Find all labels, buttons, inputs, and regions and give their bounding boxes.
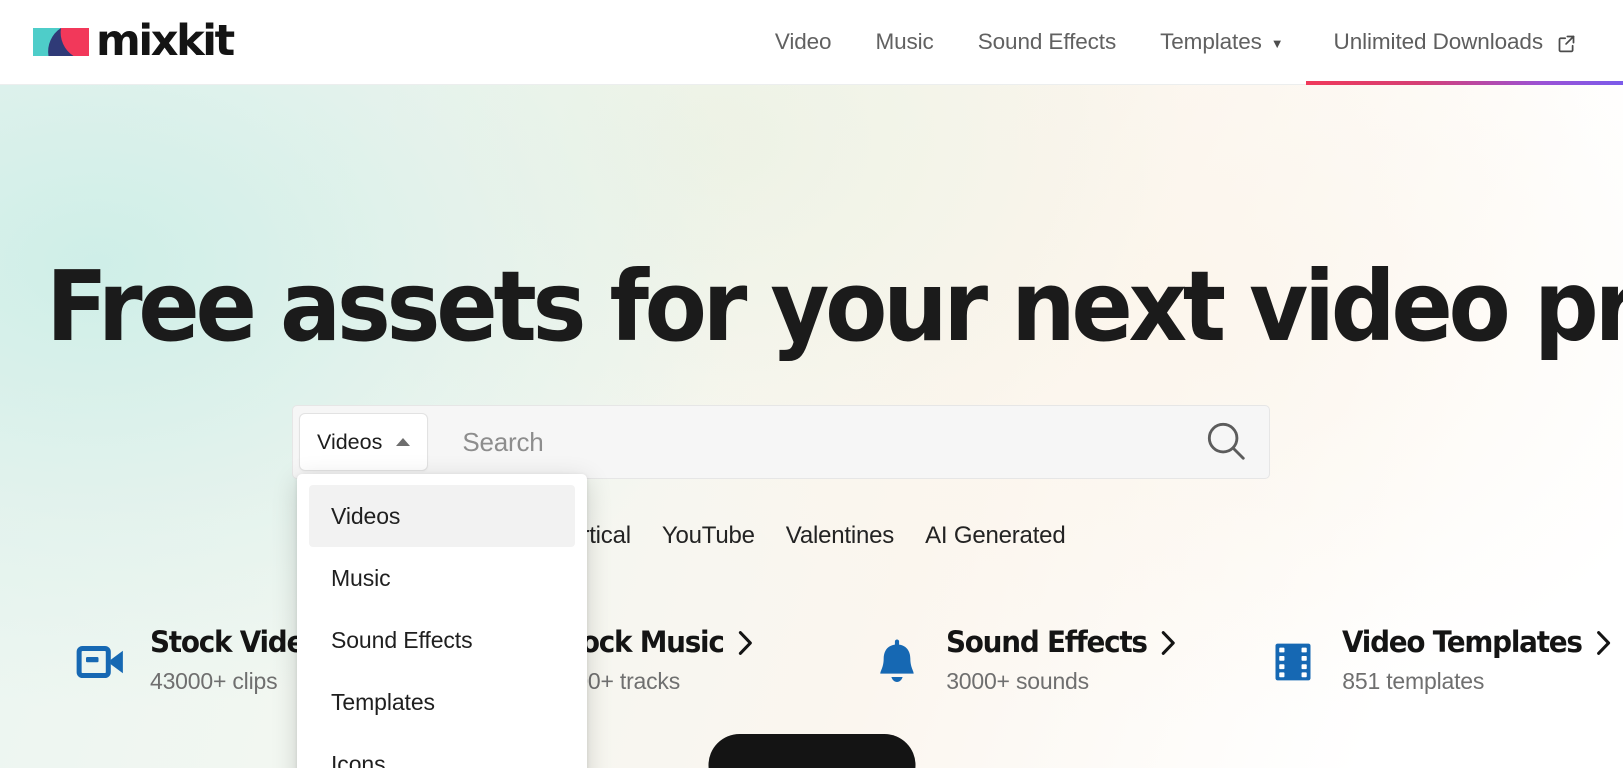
category-card-title: Sound Effects	[946, 625, 1148, 659]
nav-item-label: Video	[774, 29, 832, 54]
mixkit-logo-mark	[33, 26, 89, 58]
search-icon	[1203, 418, 1249, 467]
dropdown-item-label: Sound Effects	[331, 626, 473, 653]
tag-ai-generated[interactable]: AI Generated	[925, 522, 1066, 550]
tag-youtube[interactable]: YouTube	[662, 522, 755, 550]
page-root: mixkit Video Music Sound Effects Templat…	[0, 0, 1623, 768]
search-type-selector[interactable]: Videos	[299, 413, 429, 471]
nav-item-label: Unlimited Downloads	[1333, 29, 1544, 54]
external-link-icon	[1556, 33, 1577, 54]
tag-valentines[interactable]: Valentines	[786, 522, 895, 550]
chevron-up-icon	[396, 438, 411, 446]
dropdown-item-music[interactable]: Music	[309, 547, 575, 609]
chevron-right-icon	[1595, 629, 1611, 655]
site-header: mixkit Video Music Sound Effects Templat…	[0, 0, 1623, 85]
category-card-text: Sound Effects 3000+ sounds	[946, 625, 1186, 695]
mixkit-logo-text: mixkit	[96, 15, 235, 66]
nav-item-unlimited-downloads[interactable]: Unlimited Downloads	[1305, 0, 1623, 85]
category-card-video-templates[interactable]: Video Templates 851 templates	[1210, 625, 1623, 695]
chevron-right-icon	[1160, 629, 1176, 655]
dropdown-item-icons[interactable]: Icons	[309, 733, 575, 768]
category-card-title-row: Video Templates	[1342, 625, 1611, 659]
search-submit-button[interactable]	[1183, 405, 1269, 479]
bell-icon	[872, 637, 922, 687]
scroll-down-pill-button[interactable]	[708, 734, 915, 768]
category-card-sound-effects[interactable]: Sound Effects 3000+ sounds	[814, 625, 1210, 695]
video-camera-icon	[76, 637, 126, 687]
dropdown-item-sound-effects[interactable]: Sound Effects	[309, 609, 575, 671]
dropdown-item-label: Music	[331, 564, 391, 591]
search-type-value: Videos	[317, 429, 383, 454]
search-input[interactable]	[462, 426, 1183, 458]
nav-item-music[interactable]: Music	[853, 0, 955, 85]
main-navigation: Video Music Sound Effects Templates ▼ Un…	[753, 0, 1623, 85]
dropdown-item-templates[interactable]: Templates	[309, 671, 575, 733]
hero-section: Free assets for your next video project …	[0, 85, 1623, 768]
nav-item-label: Templates	[1160, 29, 1262, 54]
nav-item-label: Music	[875, 29, 934, 54]
chevron-right-icon	[737, 629, 753, 655]
dropdown-item-videos[interactable]: Videos	[309, 485, 575, 547]
category-cards: Stock Videos 43000+ clips Stock Music 10…	[0, 625, 1623, 695]
chevron-down-icon: ▼	[1270, 35, 1284, 51]
category-card-title-row: Sound Effects	[946, 625, 1176, 659]
film-strip-icon	[1268, 637, 1318, 687]
category-card-subtitle: 3000+ sounds	[946, 668, 1089, 694]
category-card-text: Video Templates 851 templates	[1342, 625, 1623, 695]
dropdown-item-label: Icons	[331, 750, 386, 768]
dropdown-item-label: Templates	[331, 688, 435, 715]
search-bar: Videos	[292, 405, 1270, 479]
category-card-title: Video Templates	[1342, 625, 1583, 659]
page-title: Free assets for your next video project	[46, 250, 1623, 363]
active-nav-underline	[1305, 80, 1623, 85]
nav-item-templates[interactable]: Templates ▼	[1138, 0, 1305, 85]
dropdown-item-label: Videos	[331, 502, 401, 529]
nav-item-label: Sound Effects	[977, 29, 1117, 54]
category-card-subtitle: 851 templates	[1342, 668, 1485, 694]
nav-item-video[interactable]: Video	[753, 0, 854, 85]
mixkit-logo[interactable]: mixkit	[33, 15, 235, 66]
search-type-dropdown: Videos Music Sound Effects Templates Ico…	[297, 474, 587, 768]
nav-item-sound-effects[interactable]: Sound Effects	[956, 0, 1138, 85]
